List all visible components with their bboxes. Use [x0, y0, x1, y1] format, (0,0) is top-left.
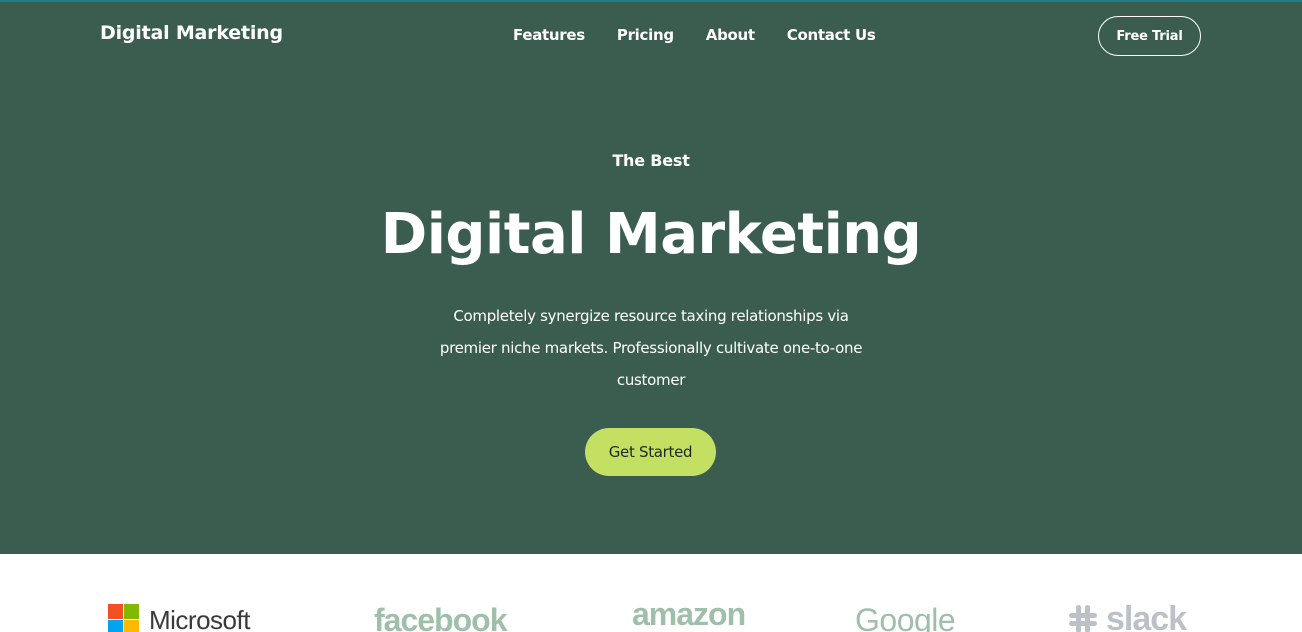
amazon-wordmark: amazon [632, 596, 746, 632]
google-logo: Google [855, 602, 956, 632]
nav-about[interactable]: About [706, 26, 755, 44]
slack-hash-icon [1069, 605, 1097, 632]
get-started-button[interactable]: Get Started [585, 428, 716, 476]
microsoft-logo: Microsoft [108, 604, 250, 632]
partner-logos: Microsoft facebook amazon Google slack [0, 554, 1302, 632]
microsoft-grid-icon [108, 604, 139, 632]
slack-wordmark: slack [1106, 600, 1187, 632]
hero-section: Digital Marketing Features Pricing About… [0, 0, 1302, 554]
amazon-logo: amazon [632, 596, 746, 632]
facebook-logo: facebook [374, 602, 507, 632]
nav-pricing[interactable]: Pricing [617, 26, 674, 44]
nav-contact-us[interactable]: Contact Us [787, 26, 876, 44]
slack-logo: slack [1066, 600, 1187, 632]
hero-subtext: Completely synergize resource taxing rel… [439, 307, 863, 389]
hero-headline: Digital Marketing [380, 202, 922, 267]
facebook-wordmark: facebook [374, 602, 507, 632]
free-trial-button[interactable]: Free Trial [1098, 16, 1201, 56]
nav-features[interactable]: Features [513, 26, 585, 44]
hero-eyebrow: The Best [612, 151, 690, 170]
google-wordmark: Google [855, 602, 956, 632]
microsoft-wordmark: Microsoft [149, 604, 250, 632]
brand-logo[interactable]: Digital Marketing [100, 22, 283, 44]
main-nav: Features Pricing About Contact Us [513, 26, 907, 44]
